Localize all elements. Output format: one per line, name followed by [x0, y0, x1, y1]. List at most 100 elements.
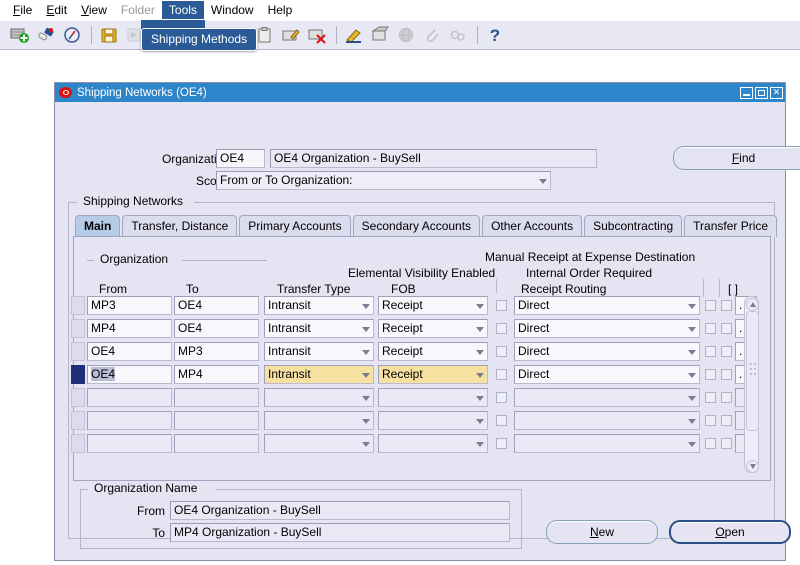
find-flashlight-icon[interactable]	[34, 23, 58, 47]
cell-fob[interactable]	[378, 434, 488, 453]
tab-other-accounts[interactable]: Other Accounts	[482, 215, 583, 237]
cell-from[interactable]: OE4	[87, 342, 172, 361]
menu-item-help[interactable]: Help	[261, 1, 300, 19]
cell-to[interactable]: MP3	[174, 342, 259, 361]
chevron-down-icon[interactable]	[476, 441, 484, 447]
cell-receipt-routing[interactable]: Direct	[514, 319, 700, 338]
new-record-icon[interactable]	[8, 23, 32, 47]
tab-primary-accounts[interactable]: Primary Accounts	[239, 215, 351, 237]
tab-transfer-price[interactable]: Transfer Price	[684, 215, 778, 237]
cell-fob[interactable]	[378, 411, 488, 430]
cell-transfer-type[interactable]: Intransit	[264, 319, 374, 338]
cell-receipt-routing[interactable]	[514, 411, 700, 430]
manual-receipt-checkbox[interactable]	[705, 415, 716, 426]
chevron-down-icon[interactable]	[362, 418, 370, 424]
open-button[interactable]: Open	[669, 520, 791, 544]
elemental-visibility-checkbox[interactable]	[496, 300, 507, 311]
row-selector[interactable]	[71, 434, 85, 453]
cell-fob[interactable]	[378, 388, 488, 407]
cell-receipt-routing[interactable]	[514, 434, 700, 453]
row-selector[interactable]	[71, 342, 85, 361]
chevron-down-icon[interactable]	[688, 303, 696, 309]
scroll-down-button[interactable]	[746, 460, 759, 473]
cell-from[interactable]	[87, 411, 172, 430]
cell-from[interactable]: MP4	[87, 319, 172, 338]
internal-order-checkbox[interactable]	[721, 323, 732, 334]
chevron-down-icon[interactable]	[362, 372, 370, 378]
zoom-icon[interactable]	[368, 23, 392, 47]
chevron-down-icon[interactable]	[362, 441, 370, 447]
chevron-down-icon[interactable]	[476, 303, 484, 309]
save-icon[interactable]	[97, 23, 121, 47]
cell-to[interactable]	[174, 411, 259, 430]
help-icon[interactable]: ?	[483, 23, 507, 47]
cell-to[interactable]	[174, 388, 259, 407]
row-selector[interactable]	[71, 319, 85, 338]
cell-receipt-routing[interactable]: Direct	[514, 365, 700, 384]
cell-to[interactable]	[174, 434, 259, 453]
cell-receipt-routing[interactable]	[514, 388, 700, 407]
chevron-down-icon[interactable]	[476, 372, 484, 378]
cell-receipt-routing[interactable]: Direct	[514, 342, 700, 361]
grid-scrollbar[interactable]	[744, 296, 759, 473]
cell-from[interactable]	[87, 388, 172, 407]
internal-order-checkbox[interactable]	[721, 392, 732, 403]
scope-dropdown[interactable]: From or To Organization:	[216, 171, 551, 190]
chevron-down-icon[interactable]	[688, 418, 696, 424]
chevron-down-icon[interactable]	[362, 349, 370, 355]
chevron-down-icon[interactable]	[688, 395, 696, 401]
manual-receipt-checkbox[interactable]	[705, 438, 716, 449]
elemental-visibility-checkbox[interactable]	[496, 369, 507, 380]
cell-transfer-type[interactable]	[264, 434, 374, 453]
cell-fob[interactable]: Receipt	[378, 342, 488, 361]
chevron-down-icon[interactable]	[476, 326, 484, 332]
cell-fob[interactable]: Receipt	[378, 296, 488, 315]
chevron-down-icon[interactable]	[362, 395, 370, 401]
minimize-button[interactable]	[740, 86, 753, 99]
internal-order-checkbox[interactable]	[721, 438, 732, 449]
edit-record-icon[interactable]	[279, 23, 303, 47]
chevron-down-icon[interactable]	[688, 326, 696, 332]
cell-from[interactable]	[87, 434, 172, 453]
cell-transfer-type[interactable]	[264, 411, 374, 430]
chevron-down-icon[interactable]	[476, 418, 484, 424]
cell-to[interactable]: OE4	[174, 319, 259, 338]
tab-secondary-accounts[interactable]: Secondary Accounts	[352, 215, 481, 237]
tab-main[interactable]: Main	[75, 215, 121, 237]
cell-from[interactable]: OE4	[87, 365, 172, 384]
cell-receipt-routing[interactable]: Direct	[514, 296, 700, 315]
row-selector[interactable]	[71, 296, 85, 315]
menu-item-tools[interactable]: Tools	[161, 1, 204, 19]
tab-subcontracting[interactable]: Subcontracting	[584, 215, 683, 237]
scroll-thumb[interactable]	[746, 311, 759, 431]
cell-transfer-type[interactable]: Intransit	[264, 296, 374, 315]
manual-receipt-checkbox[interactable]	[705, 300, 716, 311]
cell-transfer-type[interactable]: Intransit	[264, 365, 374, 384]
menu-item-window[interactable]: Window	[204, 1, 261, 19]
menu-item-edit[interactable]: Edit	[39, 1, 74, 19]
cell-fob[interactable]: Receipt	[378, 319, 488, 338]
cell-fob[interactable]: Receipt	[378, 365, 488, 384]
manual-receipt-checkbox[interactable]	[705, 392, 716, 403]
show-navigator-icon[interactable]	[60, 23, 84, 47]
close-button[interactable]: ✕	[770, 86, 783, 99]
cell-from[interactable]: MP3	[87, 296, 172, 315]
elemental-visibility-checkbox[interactable]	[496, 346, 507, 357]
chevron-down-icon[interactable]	[688, 349, 696, 355]
cell-transfer-type[interactable]	[264, 388, 374, 407]
tab-transfer-distance[interactable]: Transfer, Distance	[122, 215, 238, 237]
maximize-button[interactable]	[755, 86, 768, 99]
chevron-down-icon[interactable]	[362, 326, 370, 332]
menu-item-view[interactable]: View	[74, 1, 114, 19]
chevron-down-icon[interactable]	[362, 303, 370, 309]
internal-order-checkbox[interactable]	[721, 346, 732, 357]
elemental-visibility-checkbox[interactable]	[496, 438, 507, 449]
manual-receipt-checkbox[interactable]	[705, 323, 716, 334]
internal-order-checkbox[interactable]	[721, 415, 732, 426]
shipping-methods-tooltip[interactable]: Shipping Methods	[141, 28, 258, 51]
organization-code-field[interactable]: OE4	[216, 149, 265, 168]
elemental-visibility-checkbox[interactable]	[496, 415, 507, 426]
delete-record-icon[interactable]	[305, 23, 329, 47]
row-selector[interactable]	[71, 411, 85, 430]
manual-receipt-checkbox[interactable]	[705, 369, 716, 380]
